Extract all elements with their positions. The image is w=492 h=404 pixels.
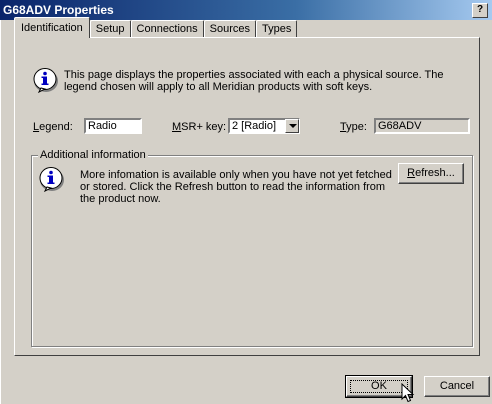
intro-description: This page displays the properties associ… bbox=[64, 69, 444, 93]
mouse-cursor-icon bbox=[401, 383, 415, 403]
msr-key-value: 2 [Radio] bbox=[232, 120, 277, 132]
chevron-down-icon[interactable] bbox=[285, 119, 299, 133]
type-label: Type: bbox=[340, 121, 367, 133]
additional-info-title: Additional information bbox=[38, 149, 148, 161]
refresh-button[interactable]: Refresh... bbox=[398, 163, 464, 184]
cancel-button[interactable]: Cancel bbox=[424, 376, 490, 397]
legend-label: Legend: bbox=[33, 121, 73, 133]
tab-types[interactable]: Types bbox=[256, 20, 298, 38]
msr-key-select[interactable]: 2 [Radio] bbox=[228, 118, 300, 134]
additional-info-text: More infomation is available only when y… bbox=[80, 169, 392, 205]
info-icon bbox=[39, 167, 64, 192]
legend-input[interactable]: Radio bbox=[84, 118, 142, 134]
tab-connections[interactable]: Connections bbox=[130, 20, 204, 38]
tab-sources[interactable]: Sources bbox=[203, 20, 257, 38]
window-title: G68ADV Properties bbox=[3, 3, 114, 17]
tab-identification[interactable]: Identification bbox=[14, 17, 90, 38]
tab-setup[interactable]: Setup bbox=[89, 20, 131, 38]
msr-key-label: MSR+ key: bbox=[172, 121, 227, 133]
focus-rect bbox=[350, 380, 408, 393]
help-button[interactable]: ? bbox=[472, 3, 488, 18]
info-icon bbox=[33, 68, 58, 93]
type-field: G68ADV bbox=[374, 118, 470, 134]
tab-strip: Identification Setup Connections Sources… bbox=[14, 17, 298, 38]
